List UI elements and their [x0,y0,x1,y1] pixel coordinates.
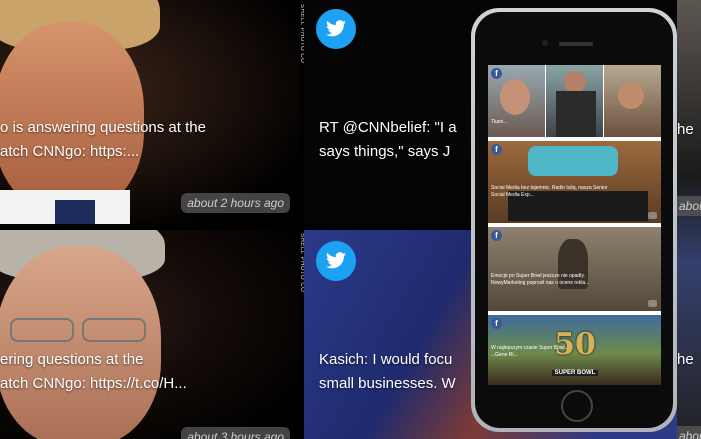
facebook-post-5[interactable]: f Emocje po Super Bowl jeszcze nie opadl… [488,227,661,311]
tweet-line: ering questions at the [0,351,144,368]
tweet-text: he [677,351,694,368]
facebook-post-3[interactable] [604,65,661,137]
tweet-line: o is answering questions at the [0,119,206,136]
tweet-tile-1[interactable]: o is answering questions at the atch CNN… [0,0,300,224]
tweet-tile-3[interactable]: ering questions at the atch CNNgo: https… [0,230,300,439]
post-caption: Tkani... [491,119,508,125]
tweet-line: RT @CNNbelief: "I a [319,119,457,136]
tweet-text: Kasich: I would focu small businesses. W [319,348,456,396]
timestamp: about 2 [677,196,701,216]
caption-line: Social Media bez tajemnic. Radio tuliq, … [491,185,608,191]
tweet-photo [0,0,300,224]
phone-bezel: f Tkani... f Social Media bez tajemnic. … [475,12,673,428]
phone-screen: f Tkani... f Social Media bez tajemnic. … [488,65,661,385]
tweet-line: small businesses. W [319,375,456,392]
tweet-text: o is answering questions at the atch CNN… [0,116,206,164]
logo-text: SUPER BOWL [551,370,599,376]
tweet-text: he [677,121,694,138]
phone-mockup: f Tkani... f Social Media bez tajemnic. … [471,8,677,432]
caption-line: W najlepszym czasie Super Bowl... [491,345,569,351]
tweet-line: atch CNNgo: https:... [0,143,140,160]
tweet-text: ering questions at the atch CNNgo: https… [0,348,187,396]
facebook-icon: f [491,68,502,79]
facebook-icon: f [491,230,502,241]
facebook-post-6[interactable]: f 50 SUPER BOWL W najlepszym czasie Supe… [488,315,661,385]
tweet-text: RT @CNNbelief: "I a says things," says J [319,116,457,164]
facebook-icon: f [491,318,502,329]
facebook-post-2[interactable] [546,65,603,137]
post-caption: W najlepszym czasie Super Bowl... ...Gen… [491,345,569,359]
right-edge-tile: he about 2 he about 3 [677,0,701,439]
facebook-post-4[interactable]: f Social Media bez tajemnic. Radio tuliq… [488,141,661,223]
timestamp: about 3 hours ago [181,427,290,439]
tweet-line: Kasich: I would focu [319,351,453,368]
facebook-post-1[interactable]: f Tkani... [488,65,545,137]
post-caption: Emocje po Super Bowl jeszcze nie opadly.… [491,273,589,287]
timestamp: about 2 hours ago [181,193,290,213]
front-camera [542,40,548,46]
twitter-icon [316,9,356,49]
caption-line: Social Media Exp... [491,192,534,198]
tweet-photo [0,230,300,439]
home-button[interactable] [561,390,593,422]
caption-line: NowyMarketing poprosil nas o ocene rekla… [491,280,590,286]
timestamp: about 3 [677,426,701,439]
caption-line: ...Gene Ri... [491,352,518,358]
post-time: ... [647,212,657,219]
twitter-icon [316,241,356,281]
post-caption: Social Media bez tajemnic. Radio tuliq, … [491,185,607,199]
caption-line: Emocje po Super Bowl jeszcze nie opadly. [491,273,585,279]
tweet-line: atch CNNgo: https://t.co/H... [0,375,187,392]
facebook-icon: f [491,144,502,155]
speaker-grille [559,42,593,46]
post-time: ... [647,300,657,307]
tweet-line: says things," says J [319,143,451,160]
